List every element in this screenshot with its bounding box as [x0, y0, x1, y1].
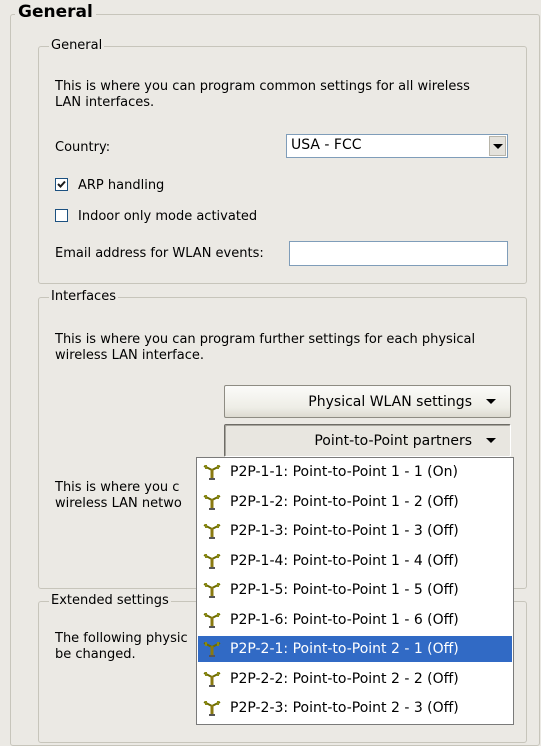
outer-group-title: General [15, 2, 96, 22]
extended-partial-line1: The following physic [55, 631, 188, 646]
arp-label: ARP handling [78, 178, 165, 193]
dropdown-item[interactable]: P2P-1-6: Point-to-Point 1 - 6 (Off) [198, 607, 512, 633]
indoor-label: Indoor only mode activated [78, 209, 258, 224]
dropdown-item-label: P2P-2-3: Point-to-Point 2 - 3 (Off) [230, 700, 459, 716]
dropdown-item[interactable]: P2P-1-4: Point-to-Point 1 - 4 (Off) [198, 548, 512, 574]
antenna-icon [202, 581, 222, 599]
interfaces-partial-line2: wireless LAN netwo [55, 496, 182, 511]
physical-wlan-settings-button[interactable]: Physical WLAN settings [224, 385, 511, 418]
antenna-icon [202, 699, 222, 717]
general-description-line1: This is where you can program common set… [55, 79, 470, 94]
email-field[interactable] [289, 241, 508, 266]
dropdown-item-label: P2P-1-2: Point-to-Point 1 - 2 (Off) [230, 493, 459, 510]
antenna-icon [202, 522, 222, 540]
dropdown-item-label: P2P-1-3: Point-to-Point 1 - 3 (Off) [230, 523, 459, 539]
physical-wlan-settings-label: Physical WLAN settings [308, 393, 472, 410]
chevron-down-icon [486, 399, 496, 404]
country-select[interactable]: USA - FCC [286, 134, 508, 158]
country-dropdown-arrow-icon[interactable] [489, 136, 506, 156]
interfaces-description-line1: This is where you can program further se… [55, 332, 476, 347]
checkmark-icon [57, 180, 66, 188]
interfaces-group-title: Interfaces [49, 289, 118, 304]
point-to-point-partners-label: Point-to-Point partners [314, 432, 472, 449]
point-to-point-partners-button[interactable]: Point-to-Point partners [224, 424, 511, 457]
dropdown-item[interactable]: P2P-1-3: Point-to-Point 1 - 3 (Off) [198, 518, 512, 544]
chevron-down-icon [486, 438, 496, 443]
indoor-checkbox[interactable] [55, 209, 68, 222]
email-label: Email address for WLAN events: [55, 246, 264, 261]
antenna-icon [202, 493, 222, 511]
antenna-icon [202, 670, 222, 688]
interfaces-description-line2: wireless LAN interface. [55, 348, 204, 363]
arp-checkbox[interactable] [55, 178, 68, 191]
interfaces-partial-line1: This is where you c [55, 480, 180, 495]
dropdown-item[interactable]: P2P-2-1: Point-to-Point 2 - 1 (Off) [198, 636, 512, 662]
dropdown-item[interactable]: P2P-2-3: Point-to-Point 2 - 3 (Off) [198, 695, 512, 721]
general-description-line2: LAN interfaces. [55, 95, 155, 110]
dropdown-item-label: P2P-2-1: Point-to-Point 2 - 1 (Off) [230, 641, 459, 657]
general-group-title: General [49, 38, 105, 53]
antenna-icon [202, 463, 222, 481]
extended-partial-line2: be changed. [55, 647, 136, 662]
dropdown-item-label: P2P-2-2: Point-to-Point 2 - 2 (Off) [230, 670, 459, 687]
antenna-icon [202, 611, 222, 629]
dropdown-item[interactable]: P2P-1-5: Point-to-Point 1 - 5 (Off) [198, 577, 512, 603]
point-to-point-dropdown[interactable]: P2P-1-1: Point-to-Point 1 - 1 (On) P2P-1-… [196, 457, 514, 725]
dropdown-item[interactable]: P2P-1-1: Point-to-Point 1 - 1 (On) [198, 459, 512, 485]
antenna-icon [202, 640, 222, 658]
country-value: USA - FCC [291, 137, 362, 153]
dropdown-item-label: P2P-1-6: Point-to-Point 1 - 6 (Off) [230, 611, 459, 628]
dropdown-item[interactable]: P2P-2-2: Point-to-Point 2 - 2 (Off) [198, 666, 512, 692]
dropdown-item[interactable]: P2P-1-2: Point-to-Point 1 - 2 (Off) [198, 489, 512, 515]
dropdown-item-label: P2P-1-4: Point-to-Point 1 - 4 (Off) [230, 552, 459, 569]
dropdown-item-label: P2P-1-1: Point-to-Point 1 - 1 (On) [230, 464, 458, 480]
extended-settings-title: Extended settings [49, 593, 171, 608]
country-label: Country: [55, 140, 111, 155]
dropdown-item-label: P2P-1-5: Point-to-Point 1 - 5 (Off) [230, 582, 459, 598]
antenna-icon [202, 552, 222, 570]
